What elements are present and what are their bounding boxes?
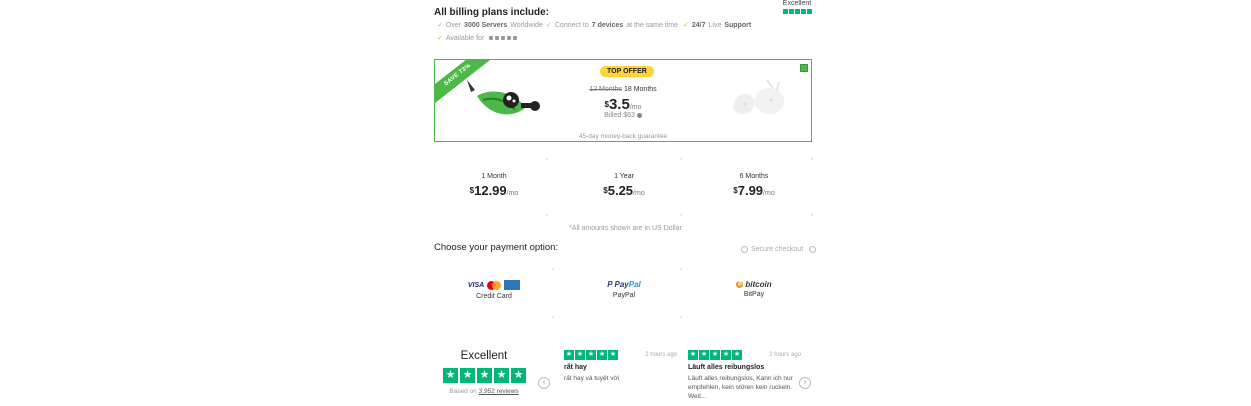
money-back-guarantee: 45-day money-back guarantee <box>578 133 668 140</box>
payment-paypal[interactable]: P PayPal PayPal <box>564 280 684 299</box>
bitcoin-logo: ₿ bitcoin <box>736 280 772 289</box>
reviews-link[interactable]: 3,952 reviews <box>479 388 519 395</box>
review-time: 2 hours ago <box>769 352 801 358</box>
plan-term: 1 Month <box>481 173 507 180</box>
top-offer-badge: TOP OFFER <box>600 66 654 77</box>
amex-logo <box>504 280 521 290</box>
feature-bold: 7 devices <box>591 21 624 29</box>
divider-dot <box>546 158 548 160</box>
plan-price: $7.99/mo <box>694 182 814 200</box>
feature-devices: ✓ Connect to 7 devices at the same time <box>546 21 679 30</box>
price-value: 5.25 <box>607 183 634 198</box>
check-icon: ✓ <box>546 22 552 29</box>
feature-bold: 3000 Servers <box>464 21 508 29</box>
feature-text: Worldwide <box>510 21 543 29</box>
feature-platforms: ✓ Available for <box>437 34 518 42</box>
payment-label: BitPay <box>743 291 765 298</box>
summary-stars: ★ ★ ★ ★ ★ <box>443 368 526 383</box>
feature-text: Live <box>708 21 722 29</box>
divider-dot <box>811 214 813 216</box>
divider-dot <box>811 158 813 160</box>
price-value: 3.5 <box>608 96 630 113</box>
check-icon: ✓ <box>437 22 443 29</box>
plan-6-months[interactable]: 6 Months $7.99/mo <box>694 173 814 200</box>
paypal-logo: P PayPal <box>607 280 641 289</box>
review-count: Based on 3,952 reviews <box>443 388 525 395</box>
feature-text: Over <box>445 21 462 29</box>
next-arrow-icon[interactable]: › <box>799 377 811 389</box>
review-body: rất hay và tuyệt vời <box>564 375 620 382</box>
payment-label: Credit Card <box>476 293 512 300</box>
payment-label: PayPal <box>612 292 636 299</box>
payment-title: Choose your payment option: <box>434 242 559 253</box>
top-offer-card[interactable]: SAVE 73% TOP OFFER 12 Months 18 Months $… <box>434 59 812 142</box>
payment-bitpay[interactable]: ₿ bitcoin BitPay <box>694 280 814 298</box>
price-value: 7.99 <box>737 183 764 198</box>
plan-term: 6 Months <box>739 173 769 180</box>
feature-text: Available for <box>445 34 485 42</box>
review-card[interactable]: ★ ★ ★ ★ ★ 2 hours ago rất hay rất hay và tuy… <box>564 350 677 383</box>
bitcoin-icon: ₿ <box>736 281 744 288</box>
divider-dot <box>546 214 548 216</box>
price-unit: /mo <box>629 104 642 111</box>
divider-dot <box>680 316 682 318</box>
divider-dot <box>552 268 554 270</box>
feature-text: Connect to <box>554 21 589 29</box>
selected-checkbox[interactable] <box>800 64 808 72</box>
check-icon: ✓ <box>437 35 443 42</box>
ghost-monsters-illustration <box>733 79 785 115</box>
review-summary: Excellent <box>460 350 508 362</box>
price-unit: /mo <box>633 190 645 197</box>
payment-credit-card[interactable]: VISA Credit Card <box>434 280 554 300</box>
feature-support: ✓ 24/7 Live Support <box>683 21 752 30</box>
review-body: Läuft alles reibungslos, Kann ich nur em… <box>688 375 793 400</box>
currency-symbol: $ <box>733 186 738 195</box>
divider-dot <box>680 214 682 216</box>
platform-icons <box>489 36 518 40</box>
currency-symbol: $ <box>603 186 608 195</box>
review-stars: ★ ★ ★ ★ ★ <box>688 350 742 360</box>
mastercard-logo <box>487 280 502 290</box>
billed-text: Billed $63 <box>604 112 635 119</box>
secure-text: Secure checkout <box>751 246 804 253</box>
review-card[interactable]: ★ ★ ★ ★ ★ 2 hours ago Läuft alles reibungslo… <box>688 350 801 401</box>
currency-symbol: $ <box>469 186 475 195</box>
info-icon[interactable] <box>636 112 642 118</box>
divider-dot <box>680 268 682 270</box>
price-value: 12.99 <box>474 183 507 198</box>
currency-symbol: $ <box>604 100 609 109</box>
trustpilot-mini-stars <box>780 9 814 14</box>
plan-price: $12.99/mo <box>434 182 554 200</box>
trustpilot-mini-badge[interactable]: Excellent <box>780 0 814 14</box>
check-icon: ✓ <box>683 22 689 29</box>
card-logos: VISA <box>434 280 554 290</box>
review-title: Läuft alles reibungslos <box>688 364 765 371</box>
feature-bold: 24/7 <box>691 21 706 29</box>
plan-1-year[interactable]: 1 Year $5.25/mo <box>564 173 684 200</box>
review-time: 2 hours ago <box>645 352 677 358</box>
divider-dot <box>552 316 554 318</box>
new-term: 18 Months <box>623 86 657 93</box>
plan-term: 1 Year <box>614 173 634 180</box>
currency-note: *All amounts shown are in US Dollar <box>569 225 682 232</box>
trustpilot-mini-label: Excellent <box>782 0 812 7</box>
prev-arrow-icon[interactable]: ‹ <box>538 377 550 389</box>
lock-icon <box>741 246 748 253</box>
based-text: Based on <box>449 388 477 395</box>
visa-logo: VISA <box>467 281 485 289</box>
feature-text: at the same time <box>626 21 679 29</box>
shield-icon <box>809 246 817 253</box>
plan-price: $5.25/mo <box>564 182 684 200</box>
price-unit: /mo <box>506 190 519 197</box>
review-title: rất hay <box>564 364 587 371</box>
feature-servers: ✓ Over 3000 Servers Worldwide <box>437 21 543 30</box>
secure-checkout: Secure checkout <box>741 246 817 253</box>
review-stars: ★ ★ ★ ★ ★ <box>564 350 618 360</box>
includes-title: All billing plans include: <box>434 7 550 18</box>
plan-1-month[interactable]: 1 Month $12.99/mo <box>434 173 554 200</box>
price-unit: /mo <box>763 190 775 197</box>
divider-dot <box>680 158 682 160</box>
feature-bold: Support <box>724 21 752 29</box>
old-term: 12 Months <box>589 86 623 93</box>
